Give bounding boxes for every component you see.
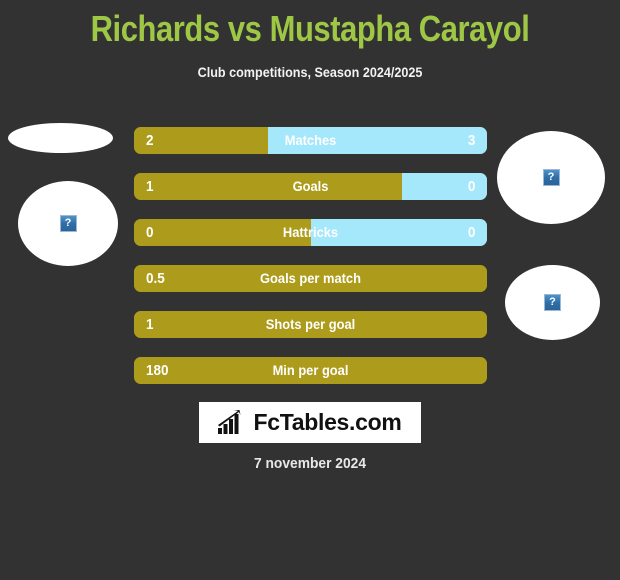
stat-bar-row: 180 Min per goal	[134, 357, 487, 384]
stat-bar-label: Hattricks	[282, 224, 339, 240]
chart-date: 7 november 2024	[253, 455, 367, 472]
stat-bar-label: Matches	[284, 132, 337, 148]
bar-chart-arrow-icon	[218, 410, 241, 434]
page-title: Richards vs Mustapha Carayol	[90, 8, 530, 49]
stat-bar-label: Goals per match	[260, 270, 361, 286]
stat-bar-row: 2 Matches 3	[134, 127, 487, 154]
stat-bar-row: 0 Hattricks 0	[134, 219, 487, 246]
broken-image-icon: ?	[544, 294, 561, 311]
stat-bar-label: Goals	[292, 178, 329, 194]
stat-comparison-chart: 2 Matches 3 1 Goals 0 0 Hattricks 0 0.5 Goals per …	[134, 127, 487, 403]
page-subtitle: Club competitions, Season 2024/2025	[197, 64, 423, 80]
stat-bar-away-value: 3	[467, 132, 475, 149]
broken-image-icon: ?	[59, 215, 77, 232]
broken-image-icon: ?	[542, 169, 560, 186]
stat-bar-away-value: 0	[467, 224, 475, 241]
player-photo-right-bottom: ?	[505, 265, 600, 340]
fctables-logo[interactable]: FcTables.com	[199, 402, 421, 443]
stat-bar-row: 1 Goals 0	[134, 173, 487, 200]
stat-bar-row: 1 Shots per goal	[134, 311, 487, 338]
stat-bar-row: 0.5 Goals per match	[134, 265, 487, 292]
stat-bar-label: Shots per goal	[265, 316, 356, 332]
player-photo-left-bottom: ?	[18, 181, 118, 266]
stat-bar-label: Min per goal	[272, 362, 349, 378]
stat-bar-away-value: 0	[467, 178, 475, 195]
player-photo-left-top	[8, 123, 113, 153]
logo-text: FcTables.com	[253, 409, 402, 435]
player-photo-right-top: ?	[497, 131, 605, 224]
